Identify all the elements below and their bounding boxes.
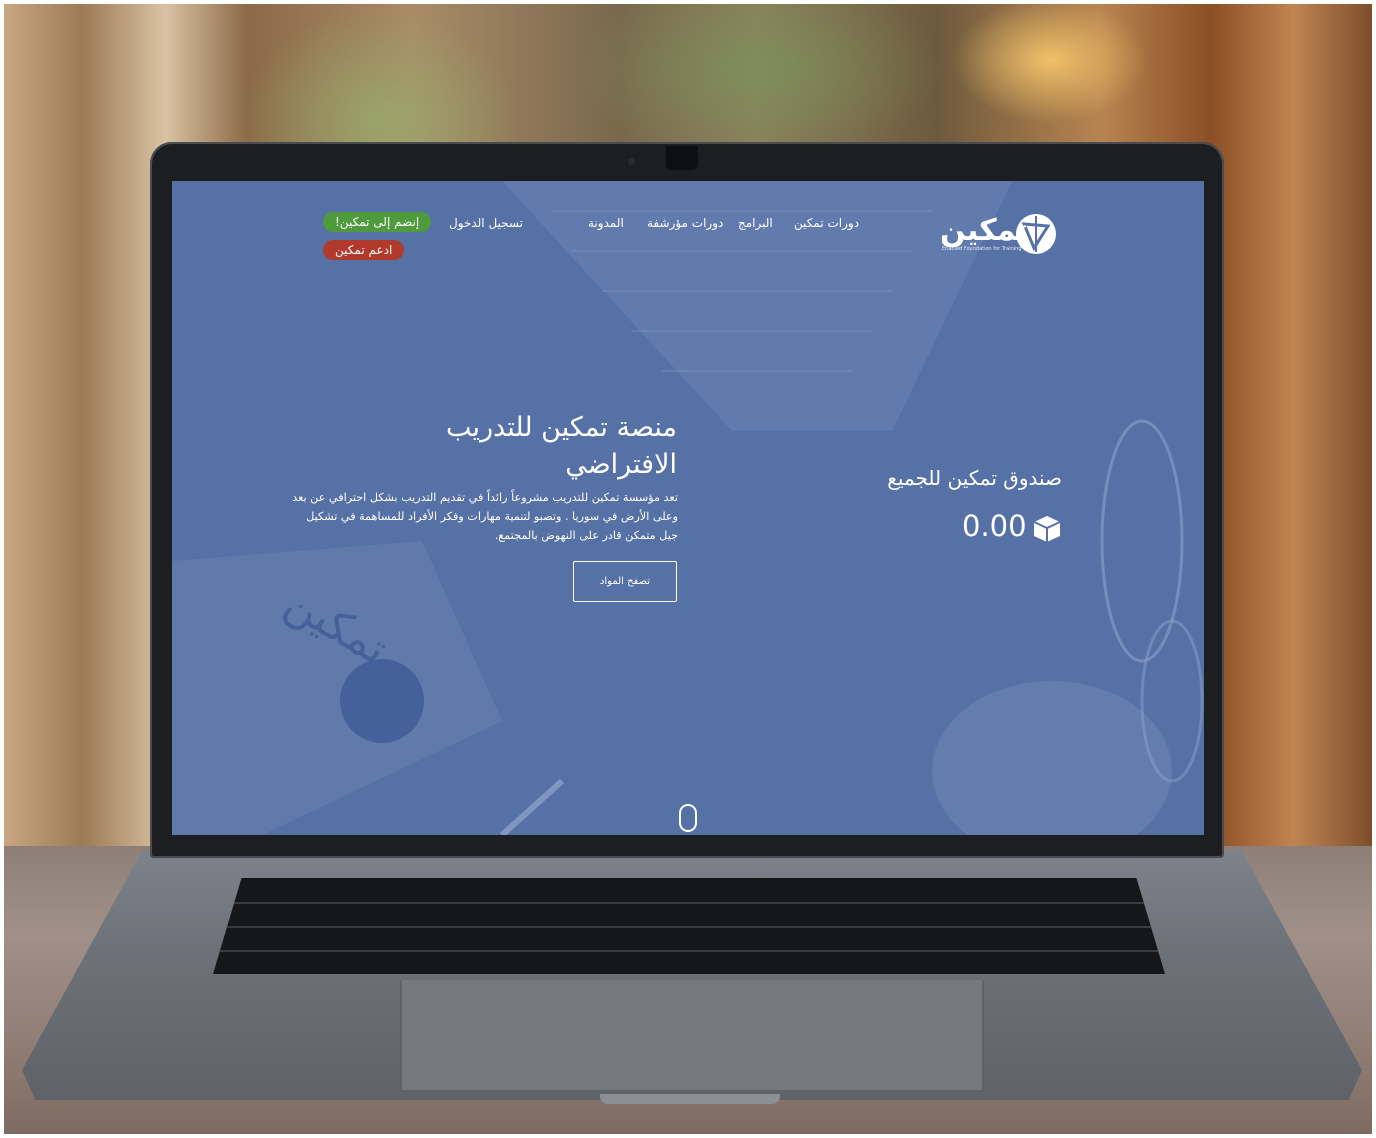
scroll-mouse-icon[interactable] [679, 804, 697, 832]
join-button[interactable]: إنضم إلى تمكين! [323, 212, 432, 232]
laptop-lip [600, 1094, 780, 1104]
logo-text[interactable]: تمكين [940, 213, 1028, 248]
nav-link-programs[interactable]: البرامج [738, 216, 773, 230]
nav-link-blog[interactable]: المدونة [588, 216, 624, 230]
support-button[interactable]: ادعم تمكين [323, 240, 405, 260]
nav-link-archived-courses[interactable]: دورات مؤرشفة [647, 216, 723, 230]
nav-link-tamkeen-courses[interactable]: دورات تمكين [794, 216, 859, 230]
logo-subtitle: Enabled Foundation for Training [942, 246, 1022, 252]
hero-title: منصة تمكين للتدريب الافتراضي [297, 409, 677, 483]
hero-description: تعد مؤسسة تمكين للتدريب مشروعاً رائداً ف… [292, 491, 678, 542]
box-icon [1033, 516, 1061, 542]
website-screen: تمكين تمكين Enabled Foundation for Train… [172, 181, 1204, 835]
fund-amount: 0.00 [962, 509, 1027, 543]
laptop-trackpad [400, 980, 984, 1092]
browse-materials-button[interactable]: تصفح المواد [573, 561, 677, 602]
hero-title-line2: الافتراضي [565, 449, 677, 480]
camera-notch [666, 146, 698, 170]
camera-dot [628, 158, 635, 165]
laptop-keyboard [213, 878, 1165, 974]
hero-title-line1: منصة تمكين للتدريب [446, 412, 677, 443]
fund-title: صندوق تمكين للجميع [887, 466, 1062, 490]
nav-link-login[interactable]: تسجيل الدخول [449, 216, 523, 230]
